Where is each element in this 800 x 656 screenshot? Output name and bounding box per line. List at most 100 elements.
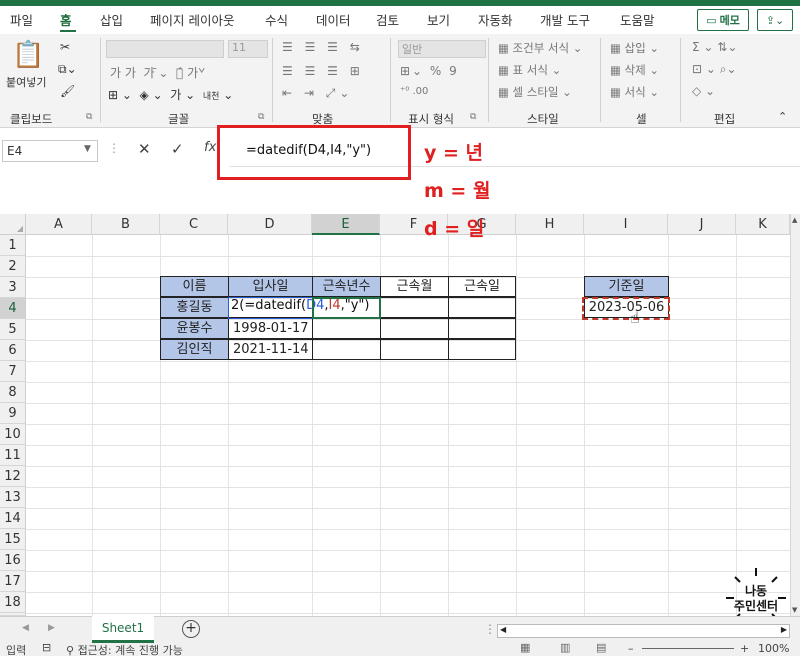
- row-header-16[interactable]: 16: [0, 550, 26, 571]
- tab-help[interactable]: 도움말: [620, 10, 655, 29]
- ref-date-header[interactable]: 기준일: [584, 276, 669, 297]
- column-header-b[interactable]: B: [92, 214, 160, 235]
- table-cell[interactable]: [380, 297, 449, 318]
- tab-home[interactable]: 홈: [60, 10, 72, 29]
- column-header-e[interactable]: E: [312, 214, 380, 235]
- row-header-14[interactable]: 14: [0, 508, 26, 529]
- tab-insert[interactable]: 삽입: [100, 10, 123, 29]
- tab-review[interactable]: 검토: [376, 10, 399, 29]
- align-top-icon[interactable]: ☰ ☰ ☰ ⇆: [282, 40, 364, 54]
- row-header-18[interactable]: 18: [0, 592, 26, 613]
- table-cell-name[interactable]: 홍길동: [160, 297, 229, 318]
- column-header-h[interactable]: H: [516, 214, 584, 235]
- table-cell[interactable]: [380, 339, 449, 360]
- tab-file[interactable]: 파일: [10, 10, 33, 29]
- macro-icon[interactable]: ⊟: [42, 641, 51, 654]
- font-size-select[interactable]: 11: [228, 40, 268, 58]
- worksheet-grid[interactable]: [0, 214, 790, 616]
- fill-icon[interactable]: ⊡ ⌄ ⌕⌄: [692, 62, 737, 77]
- column-header-a[interactable]: A: [26, 214, 92, 235]
- tab-view[interactable]: 보기: [427, 10, 450, 29]
- table-cell[interactable]: [448, 297, 516, 318]
- collapse-ribbon-icon[interactable]: ⌃: [778, 110, 787, 123]
- font-name-select[interactable]: [106, 40, 224, 58]
- zoom-level[interactable]: 100%: [758, 642, 789, 655]
- column-header-j[interactable]: J: [668, 214, 736, 235]
- table-header-years[interactable]: 근속년수: [312, 276, 381, 297]
- share-button[interactable]: ⇪⌄: [757, 9, 793, 31]
- table-cell-hire-date[interactable]: 2021-11-14: [228, 339, 313, 360]
- page-layout-view-icon[interactable]: ▥: [560, 641, 570, 654]
- table-cell-name[interactable]: 윤봉수: [160, 318, 229, 339]
- column-header-d[interactable]: D: [228, 214, 312, 235]
- row-header-11[interactable]: 11: [0, 445, 26, 466]
- zoom-out-icon[interactable]: –: [628, 642, 634, 655]
- row-header-12[interactable]: 12: [0, 466, 26, 487]
- row-header-5[interactable]: 5: [0, 319, 26, 340]
- next-sheet-icon[interactable]: ▶: [48, 623, 55, 633]
- column-header-k[interactable]: K: [736, 214, 790, 235]
- row-header-8[interactable]: 8: [0, 382, 26, 403]
- row-header-2[interactable]: 2: [0, 256, 26, 277]
- format-painter-icon[interactable]: 🖌: [60, 84, 75, 98]
- row-header-4[interactable]: 4: [0, 298, 26, 319]
- row-header-6[interactable]: 6: [0, 340, 26, 361]
- table-header-hire-date[interactable]: 입사일: [228, 276, 313, 297]
- insert-cells-button[interactable]: ▦ 삽입 ⌄: [610, 40, 659, 56]
- add-sheet-button[interactable]: +: [182, 620, 200, 638]
- cut-icon[interactable]: ✂: [60, 40, 70, 54]
- page-break-view-icon[interactable]: ▤: [596, 641, 606, 654]
- dialog-launcher-icon[interactable]: ⧉: [86, 112, 92, 122]
- zoom-in-icon[interactable]: +: [740, 642, 749, 655]
- row-header-3[interactable]: 3: [0, 277, 26, 298]
- tab-automate[interactable]: 자동화: [478, 10, 513, 29]
- vertical-scrollbar[interactable]: ▲ ▼: [790, 214, 800, 616]
- normal-view-icon[interactable]: ▦: [520, 641, 530, 654]
- active-cell-e4[interactable]: [312, 297, 381, 319]
- cancel-icon[interactable]: ✕: [138, 140, 151, 158]
- tab-developer[interactable]: 개발 도구: [540, 10, 590, 29]
- chevron-down-icon[interactable]: ▼: [84, 144, 91, 154]
- autosum-icon[interactable]: Σ ⌄ ⇅⌄: [692, 40, 737, 54]
- tab-page-layout[interactable]: 페이지 레이아웃: [150, 10, 234, 29]
- select-all-corner[interactable]: ◢: [0, 214, 26, 235]
- table-cell-hire-date[interactable]: 1998-01-17: [228, 318, 313, 339]
- horizontal-scrollbar[interactable]: ◀ ▶: [497, 624, 790, 638]
- dialog-launcher-icon[interactable]: ⧉: [258, 112, 264, 122]
- conditional-format-button[interactable]: ▦ 조건부 서식 ⌄: [498, 40, 582, 56]
- memo-button[interactable]: ▭ 메모: [697, 9, 749, 31]
- zoom-slider[interactable]: [642, 648, 734, 649]
- currency-icon[interactable]: ⊞⌄ % 9: [400, 64, 459, 78]
- paste-label[interactable]: 붙여넣기: [6, 74, 46, 90]
- row-header-10[interactable]: 10: [0, 424, 26, 445]
- cell-styles-button[interactable]: ▦ 셀 스타일 ⌄: [498, 84, 572, 100]
- table-cell[interactable]: [312, 339, 381, 360]
- row-header-1[interactable]: 1: [0, 235, 26, 256]
- table-cell[interactable]: [448, 318, 516, 339]
- tab-data[interactable]: 데이터: [316, 10, 351, 29]
- row-header-13[interactable]: 13: [0, 487, 26, 508]
- border-icon[interactable]: ⊞ ⌄ ◈ ⌄ 가 ⌄ 내천 ⌄: [108, 86, 233, 103]
- table-cell[interactable]: [312, 318, 381, 339]
- table-header-months[interactable]: 근속월: [380, 276, 449, 297]
- indent-icon[interactable]: ⇤ ⇥ ⤢⌄: [282, 86, 353, 101]
- row-header-15[interactable]: 15: [0, 529, 26, 550]
- align-left-icon[interactable]: ☰ ☰ ☰ ⊞: [282, 64, 364, 78]
- table-header-name[interactable]: 이름: [160, 276, 229, 297]
- sheet-tab-sheet1[interactable]: Sheet1: [92, 616, 154, 643]
- decimal-icon[interactable]: ⁺⁰ .00: [400, 86, 428, 97]
- dialog-launcher-icon[interactable]: ⧉: [470, 112, 476, 122]
- format-cells-button[interactable]: ▦ 서식 ⌄: [610, 84, 659, 100]
- table-cell[interactable]: [380, 318, 449, 339]
- clear-icon[interactable]: ◇ ⌄: [692, 84, 715, 98]
- table-cell[interactable]: [448, 339, 516, 360]
- paste-icon[interactable]: 📋: [12, 40, 44, 70]
- enter-check-icon[interactable]: ✓: [171, 140, 184, 158]
- column-header-i[interactable]: I: [584, 214, 668, 235]
- copy-icon[interactable]: ⧉⌄: [58, 62, 77, 77]
- number-format-select[interactable]: 일반: [398, 40, 486, 58]
- row-header-17[interactable]: 17: [0, 571, 26, 592]
- table-header-days[interactable]: 근속일: [448, 276, 516, 297]
- row-header-9[interactable]: 9: [0, 403, 26, 424]
- insert-function-icon[interactable]: fx: [204, 140, 216, 155]
